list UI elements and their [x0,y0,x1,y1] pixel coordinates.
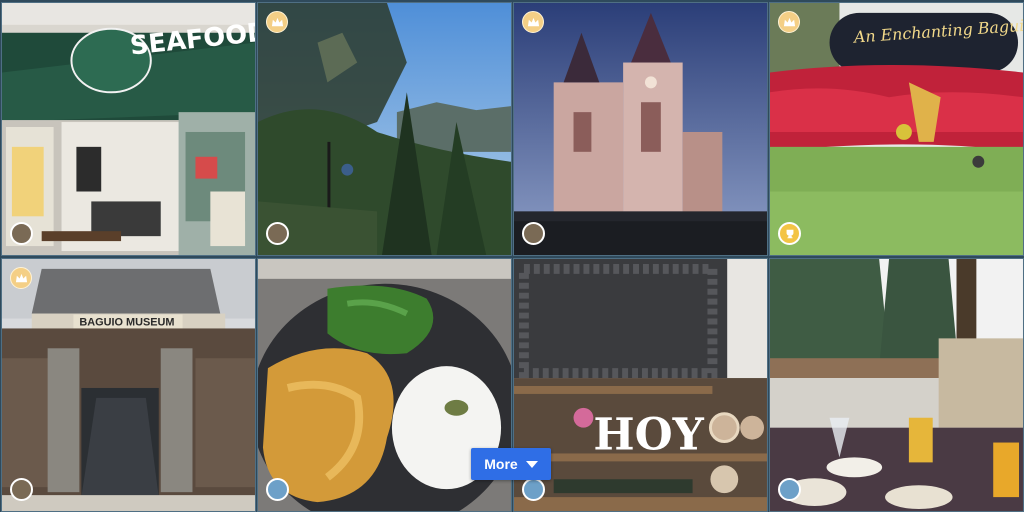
photo-hoy-shelf: HOY [514,259,767,511]
photo-pine-trees [258,3,511,255]
photo-tile-seafood-island[interactable]: SEAFOOD ISLAND [1,2,256,256]
user-avatar[interactable] [778,478,801,501]
user-avatar[interactable] [522,478,545,501]
user-avatar[interactable] [10,222,33,245]
crown-badge [778,11,800,33]
crown-badge [266,11,288,33]
user-avatar[interactable] [522,222,545,245]
crown-icon [527,17,539,26]
more-button-label: More [484,456,518,472]
photo-gallery-grid: SEAFOOD ISLAND [0,0,1024,512]
photo-baguio-museum: BAGUIO MUSEUM [2,259,255,511]
crown-badge [10,267,32,289]
photo-tile-restaurant-table[interactable] [769,258,1024,512]
user-avatar[interactable] [266,222,289,245]
photo-seafood-island: SEAFOOD ISLAND [2,3,255,255]
hoy-sign-text: HOY [593,409,704,460]
crown-icon [271,17,283,26]
user-avatar[interactable] [266,478,289,501]
photo-tile-baguio-museum[interactable]: BAGUIO MUSEUM [1,258,256,512]
user-avatar[interactable] [778,222,801,245]
chevron-down-icon [525,460,538,468]
trophy-icon [786,229,793,238]
crown-icon [783,17,795,26]
photo-christmas-garden: An Enchanting Baguio Christmas [770,3,1023,255]
photo-restaurant-table [770,259,1023,511]
user-avatar[interactable] [10,478,33,501]
photo-cathedral [514,3,767,255]
baguio-museum-sign-text: BAGUIO MUSEUM [79,316,174,328]
more-button[interactable]: More [471,448,551,480]
crown-badge [522,11,544,33]
crown-icon [15,273,27,282]
photo-tile-cathedral[interactable] [513,2,768,256]
photo-tile-christmas-garden[interactable]: An Enchanting Baguio Christmas [769,2,1024,256]
photo-tile-hoy-shelf[interactable]: HOY [513,258,768,512]
photo-tile-pine-trees[interactable] [257,2,512,256]
